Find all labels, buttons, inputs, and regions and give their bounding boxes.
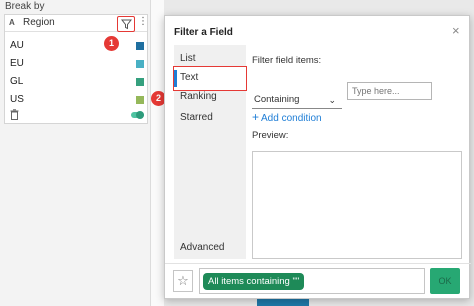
add-condition-link[interactable]: + Add condition bbox=[252, 110, 322, 124]
match-mode-select[interactable]: Containing ⌄ bbox=[252, 91, 342, 109]
plus-icon: + bbox=[252, 110, 260, 124]
add-condition-label: Add condition bbox=[261, 113, 322, 124]
text-type-icon: A bbox=[9, 18, 15, 27]
match-mode-value: Containing bbox=[254, 94, 300, 105]
field-footer bbox=[5, 108, 147, 123]
list-item[interactable]: US bbox=[5, 91, 147, 109]
filter-summary: All items containing "" bbox=[199, 268, 425, 294]
item-label: US bbox=[10, 94, 24, 105]
star-button[interactable]: ☆ bbox=[173, 270, 193, 292]
field-header: A Region ⋮ bbox=[5, 15, 148, 32]
item-label: AU bbox=[10, 40, 24, 51]
item-label: GL bbox=[10, 76, 24, 87]
filter-icon bbox=[121, 19, 132, 30]
preview-box bbox=[252, 151, 462, 259]
filter-summary-pill: All items containing "" bbox=[203, 273, 305, 290]
preview-label: Preview: bbox=[252, 130, 289, 141]
field-name: Region bbox=[23, 17, 55, 28]
visibility-toggle[interactable] bbox=[131, 111, 144, 119]
dialog-title: Filter a Field bbox=[174, 27, 233, 38]
color-swatch[interactable] bbox=[136, 96, 144, 104]
callout-badge-1: 1 bbox=[104, 36, 119, 51]
ok-button[interactable]: OK bbox=[430, 268, 460, 294]
color-swatch[interactable] bbox=[136, 42, 144, 50]
list-item[interactable]: AU bbox=[5, 37, 147, 55]
region-field-card: A Region ⋮ AU EU GL US bbox=[4, 14, 148, 124]
close-icon[interactable]: × bbox=[452, 24, 460, 37]
list-item[interactable]: EU bbox=[5, 55, 147, 73]
field-items-list: AU EU GL US bbox=[5, 37, 147, 109]
canvas-gutter bbox=[150, 0, 164, 306]
star-icon: ☆ bbox=[177, 273, 189, 288]
filter-items-label: Filter field items: bbox=[252, 55, 322, 66]
chevron-down-icon: ⌄ bbox=[328, 95, 336, 105]
filter-field-dialog: Filter a Field × List Text Ranking Starr… bbox=[164, 15, 471, 299]
item-label: EU bbox=[10, 58, 24, 69]
color-swatch[interactable] bbox=[136, 78, 144, 86]
dialog-footer: ☆ All items containing "" OK bbox=[165, 263, 471, 299]
more-options-icon[interactable]: ⋮ bbox=[138, 16, 148, 27]
tab-starred[interactable]: Starred bbox=[174, 107, 246, 129]
break-by-panel: Break by A Region ⋮ AU EU GL US 1 bbox=[0, 0, 150, 306]
chart-bar-fragment bbox=[257, 298, 309, 306]
tab-ranking[interactable]: Ranking bbox=[174, 86, 246, 108]
tab-advanced[interactable]: Advanced bbox=[174, 237, 246, 259]
break-by-label: Break by bbox=[5, 1, 45, 12]
filter-tabs: List Text Ranking Starred Advanced bbox=[173, 45, 247, 259]
text-filter-panel: Filter field items: Containing ⌄ +Add co… bbox=[252, 45, 462, 259]
color-swatch[interactable] bbox=[136, 60, 144, 68]
list-item[interactable]: GL bbox=[5, 73, 147, 91]
trash-icon[interactable] bbox=[10, 109, 19, 120]
filter-button[interactable] bbox=[117, 16, 135, 32]
filter-text-input[interactable] bbox=[347, 82, 432, 100]
